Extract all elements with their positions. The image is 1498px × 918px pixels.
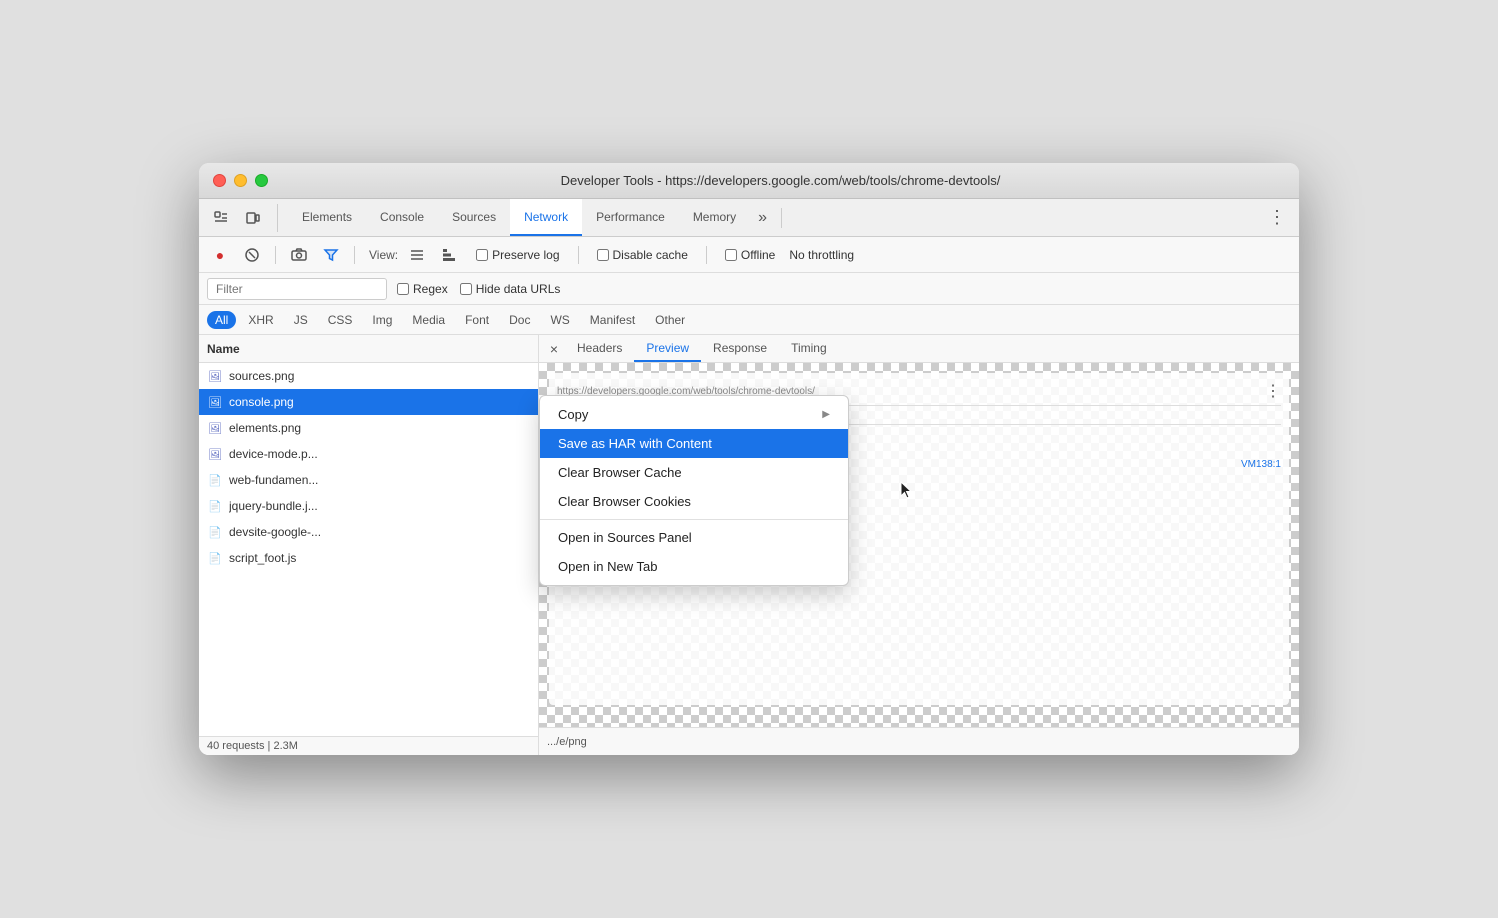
toolbar-divider-2 xyxy=(354,246,355,264)
preview-url-bar: .../e/png xyxy=(539,727,1299,755)
tab-console[interactable]: Console xyxy=(366,199,438,236)
device-mode-icon[interactable] xyxy=(239,204,267,232)
toolbar-divider-4 xyxy=(706,246,707,264)
filter-manifest-button[interactable]: Manifest xyxy=(582,311,643,329)
tab-bar: Elements Console Sources Network Perform… xyxy=(199,199,1299,237)
devtools-menu-button[interactable]: ⋮ xyxy=(1263,204,1291,232)
context-menu-clear-cache[interactable]: Clear Browser Cache xyxy=(540,458,848,487)
file-icon: 📄 xyxy=(207,524,223,540)
preserve-log-checkbox[interactable] xyxy=(476,249,488,261)
hide-data-urls-label[interactable]: Hide data URLs xyxy=(460,282,561,296)
submenu-arrow-icon: ▶ xyxy=(822,409,830,420)
network-toolbar: ● View: Preserve log xyxy=(199,237,1299,273)
preview-tabs: × Headers Preview Response Timing xyxy=(539,335,1299,363)
title-bar: Developer Tools - https://developers.goo… xyxy=(199,163,1299,199)
tab-headers[interactable]: Headers xyxy=(565,335,634,362)
window-title: Developer Tools - https://developers.goo… xyxy=(276,173,1285,188)
main-tabs: Elements Console Sources Network Perform… xyxy=(288,199,775,236)
tab-icon-group xyxy=(207,204,278,232)
file-icon: 📄 xyxy=(207,472,223,488)
inspect-element-icon[interactable] xyxy=(207,204,235,232)
filter-css-button[interactable]: CSS xyxy=(320,311,361,329)
filter-font-button[interactable]: Font xyxy=(457,311,497,329)
list-status-bar: 40 requests | 2.3M xyxy=(199,736,538,755)
camera-button[interactable] xyxy=(286,242,312,268)
filter-js-button[interactable]: JS xyxy=(286,311,316,329)
minimize-button[interactable] xyxy=(234,174,247,187)
tab-preview[interactable]: Preview xyxy=(634,335,701,362)
devtools-panel: Elements Console Sources Network Perform… xyxy=(199,199,1299,755)
filter-type-bar: All XHR JS CSS Img Media Font Doc WS Man… xyxy=(199,305,1299,335)
context-menu: Copy ▶ Save as HAR with Content Clear Br… xyxy=(539,395,849,586)
network-list: Name 🖼 sources.png 🖼 console.png 🖼 eleme… xyxy=(199,335,539,755)
stop-recording-button[interactable] xyxy=(239,242,265,268)
filter-icon-button[interactable] xyxy=(318,242,344,268)
maximize-button[interactable] xyxy=(255,174,268,187)
filter-doc-button[interactable]: Doc xyxy=(501,311,538,329)
context-menu-clear-cookies[interactable]: Clear Browser Cookies xyxy=(540,487,848,516)
list-item[interactable]: 🖼 elements.png xyxy=(199,415,538,441)
disable-cache-checkbox[interactable] xyxy=(597,249,609,261)
toolbar-checkboxes: Preserve log Disable cache Offline No th… xyxy=(476,246,854,264)
tab-sources[interactable]: Sources xyxy=(438,199,510,236)
disable-cache-label[interactable]: Disable cache xyxy=(597,248,688,262)
list-item[interactable]: 📄 script_foot.js xyxy=(199,545,538,571)
context-menu-save-har[interactable]: Save as HAR with Content xyxy=(540,429,848,458)
list-header: Name xyxy=(199,335,538,363)
list-header-name: Name xyxy=(207,342,240,356)
close-button[interactable] xyxy=(213,174,226,187)
tab-timing[interactable]: Timing xyxy=(779,335,839,362)
preserve-log-label[interactable]: Preserve log xyxy=(476,248,559,262)
list-item[interactable]: 🖼 device-mode.p... xyxy=(199,441,538,467)
view-waterfall-button[interactable] xyxy=(436,242,462,268)
list-item[interactable]: 📄 web-fundamen... xyxy=(199,467,538,493)
filter-ws-button[interactable]: WS xyxy=(542,311,577,329)
browser-window: Developer Tools - https://developers.goo… xyxy=(199,163,1299,755)
filter-checkboxes: Regex Hide data URLs xyxy=(397,282,560,296)
filter-input[interactable] xyxy=(207,278,387,300)
tab-response[interactable]: Response xyxy=(701,335,779,362)
tab-more-button[interactable]: » xyxy=(750,199,775,236)
toolbar-divider-1 xyxy=(275,246,276,264)
context-menu-copy[interactable]: Copy ▶ xyxy=(540,400,848,429)
context-menu-divider xyxy=(540,519,848,520)
list-item[interactable]: 🖼 sources.png xyxy=(199,363,538,389)
context-menu-open-sources[interactable]: Open in Sources Panel xyxy=(540,523,848,552)
filter-bar: Regex Hide data URLs xyxy=(199,273,1299,305)
list-item[interactable]: 📄 jquery-bundle.j... xyxy=(199,493,538,519)
view-label: View: xyxy=(369,248,398,262)
file-icon: 🖼 xyxy=(207,368,223,384)
file-icon: 🖼 xyxy=(207,446,223,462)
view-list-button[interactable] xyxy=(404,242,430,268)
hide-data-urls-checkbox[interactable] xyxy=(460,283,472,295)
toolbar-divider-3 xyxy=(578,246,579,264)
tab-memory[interactable]: Memory xyxy=(679,199,750,236)
record-button[interactable]: ● xyxy=(207,242,233,268)
list-items: 🖼 sources.png 🖼 console.png 🖼 elements.p… xyxy=(199,363,538,736)
list-item-selected[interactable]: 🖼 console.png xyxy=(199,389,538,415)
tab-network[interactable]: Network xyxy=(510,199,582,236)
tab-bar-divider xyxy=(781,208,782,228)
filter-all-button[interactable]: All xyxy=(207,311,236,329)
filter-img-button[interactable]: Img xyxy=(364,311,400,329)
regex-label[interactable]: Regex xyxy=(397,282,448,296)
file-icon: 🖼 xyxy=(207,420,223,436)
filter-media-button[interactable]: Media xyxy=(404,311,453,329)
offline-label[interactable]: Offline xyxy=(725,248,775,262)
file-icon-selected: 🖼 xyxy=(207,394,223,410)
throttle-dropdown[interactable]: No throttling xyxy=(789,248,854,262)
tab-performance[interactable]: Performance xyxy=(582,199,679,236)
file-icon: 📄 xyxy=(207,498,223,514)
filter-other-button[interactable]: Other xyxy=(647,311,693,329)
offline-checkbox[interactable] xyxy=(725,249,737,261)
file-icon: 📄 xyxy=(207,550,223,566)
regex-checkbox[interactable] xyxy=(397,283,409,295)
preview-close-button[interactable]: × xyxy=(543,338,565,360)
main-content: Name 🖼 sources.png 🖼 console.png 🖼 eleme… xyxy=(199,335,1299,755)
list-item[interactable]: 📄 devsite-google-... xyxy=(199,519,538,545)
filter-xhr-button[interactable]: XHR xyxy=(240,311,281,329)
tab-elements[interactable]: Elements xyxy=(288,199,366,236)
context-menu-open-tab[interactable]: Open in New Tab xyxy=(540,552,848,581)
